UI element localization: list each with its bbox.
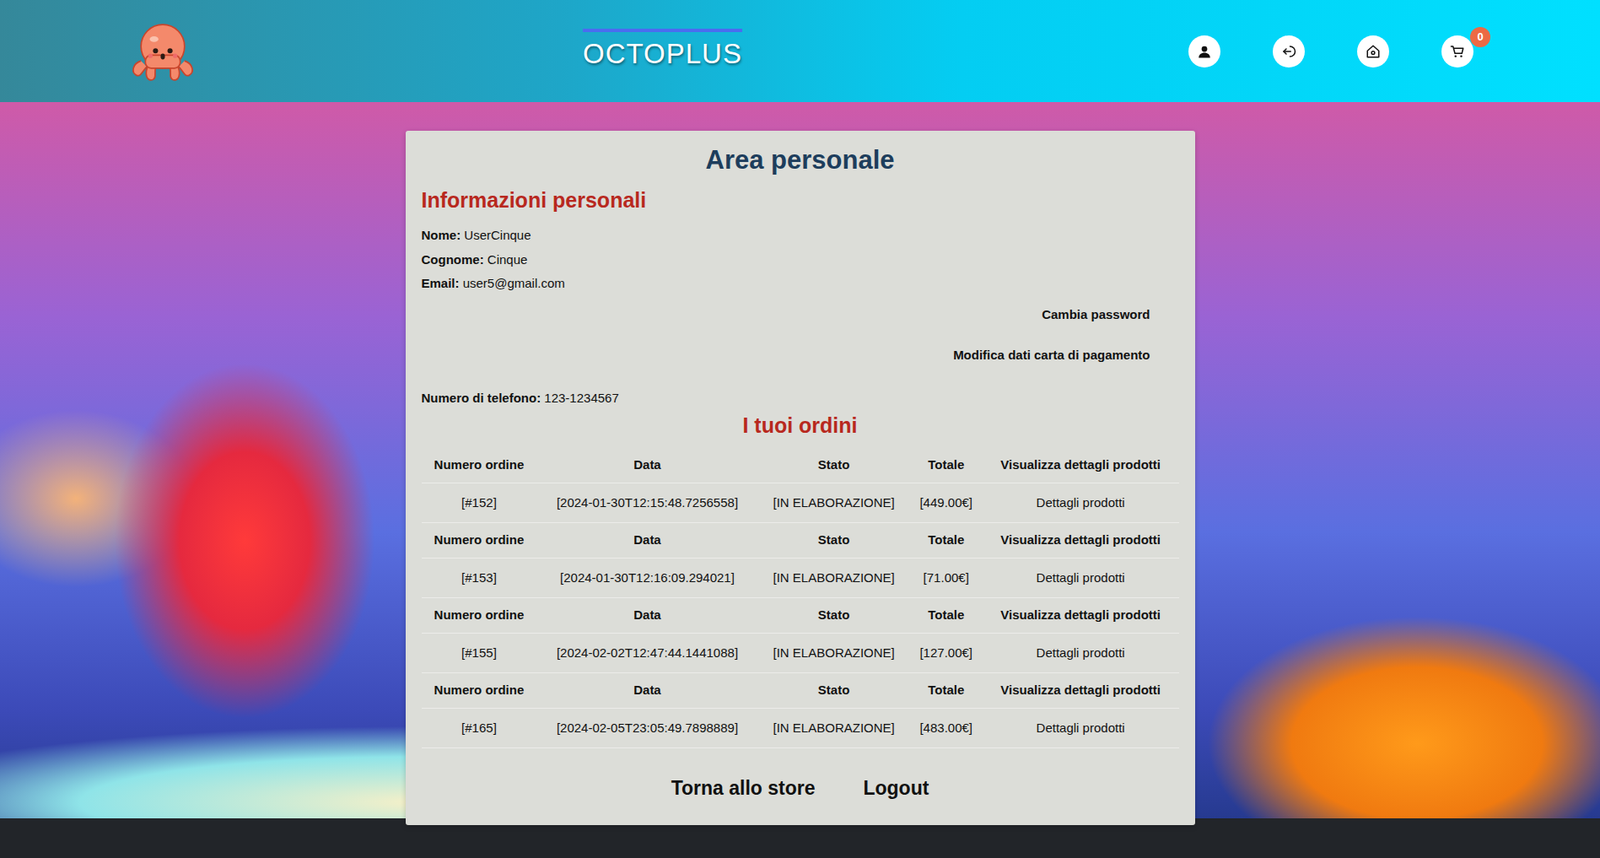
order-cell: [71.00€] — [910, 557, 983, 598]
info-value: Cinque — [487, 252, 528, 267]
order-cell: [2024-01-30T12:15:48.7256558] — [536, 482, 758, 523]
column-header: Data — [536, 522, 758, 559]
column-header: Stato — [758, 673, 911, 709]
order-cell: [2024-01-30T12:16:09.294021] — [536, 557, 758, 598]
column-header: Numero ordine — [421, 597, 538, 634]
order-cell: [IN ELABORAZIONE] — [758, 482, 911, 523]
product-details-link[interactable]: Dettagli prodotti — [982, 707, 1180, 749]
orders-table: Numero ordineDataStatoTotaleVisualizza d… — [421, 447, 1180, 749]
logout-button[interactable] — [1272, 35, 1305, 68]
info-value: UserCinque — [463, 227, 531, 243]
order-cell: [#152] — [421, 482, 538, 523]
logout-icon — [1281, 43, 1297, 60]
orders-header-row: Numero ordineDataStatoTotaleVisualizza d… — [421, 673, 1180, 709]
column-header: Stato — [758, 447, 911, 483]
panel-actions: Torna allo store Logout — [421, 773, 1180, 803]
order-cell: [#153] — [421, 557, 538, 598]
column-header: Visualizza dettagli prodotti — [982, 522, 1180, 559]
order-cell: [483.00€] — [910, 707, 983, 749]
column-header: Stato — [758, 522, 911, 559]
brand-title: OCTOPLUS — [582, 28, 743, 71]
octopus-logo-icon — [126, 15, 200, 88]
account-link-row: Cambia password — [421, 305, 1180, 325]
column-header: Stato — [758, 597, 911, 634]
cart-icon — [1449, 43, 1466, 60]
order-row: [#165][2024-02-05T23:05:49.7898889][IN E… — [421, 707, 1180, 749]
product-details-link[interactable]: Dettagli prodotti — [982, 557, 1180, 598]
column-header: Totale — [910, 522, 983, 559]
column-header: Totale — [910, 673, 983, 709]
column-header: Totale — [910, 597, 983, 634]
user-icon — [1196, 43, 1213, 60]
column-header: Numero ordine — [421, 673, 538, 709]
user-button[interactable] — [1188, 35, 1221, 68]
page-title: Area personale — [421, 144, 1180, 176]
order-cell: [#165] — [421, 707, 538, 749]
orders-header-row: Numero ordineDataStatoTotaleVisualizza d… — [421, 447, 1180, 483]
column-header: Numero ordine — [421, 447, 538, 483]
change-password-link[interactable]: Cambia password — [1041, 307, 1150, 322]
phone-label: Numero di telefono: — [421, 390, 542, 405]
column-header: Visualizza dettagli prodotti — [982, 447, 1180, 483]
column-header: Data — [536, 673, 758, 709]
order-cell: [IN ELABORAZIONE] — [758, 707, 911, 749]
home-icon — [1365, 43, 1381, 60]
info-label: Email: — [421, 275, 460, 291]
order-row: [#155][2024-02-02T12:47:44.1441088][IN E… — [421, 632, 1180, 674]
info-label: Cognome: — [421, 252, 485, 267]
info-line: Nome: UserCinque — [421, 226, 1180, 246]
column-header: Data — [536, 597, 758, 634]
logout-link[interactable]: Logout — [862, 773, 929, 803]
order-row: [#153][2024-01-30T12:16:09.294021][IN EL… — [421, 557, 1180, 598]
background-stage: Area personale Informazioni personali Nome… — [0, 102, 1600, 819]
info-value: user5@gmail.com — [463, 275, 566, 291]
phone-line: Numero di telefono: 123-1234567 — [421, 388, 1180, 409]
product-details-link[interactable]: Dettagli prodotti — [982, 482, 1180, 523]
edit-card-link[interactable]: Modifica dati carta di pagamento — [953, 347, 1150, 362]
top-bar: OCTOPLUS 0 — [0, 0, 1600, 103]
info-line: Cognome: Cinque — [421, 250, 1180, 270]
order-cell: [IN ELABORAZIONE] — [758, 557, 911, 598]
column-header: Data — [536, 447, 758, 483]
info-label: Nome: — [421, 227, 462, 243]
home-button[interactable] — [1357, 35, 1390, 68]
personal-area-panel: Area personale Informazioni personali Nome… — [405, 130, 1196, 825]
order-cell: [2024-02-05T23:05:49.7898889] — [536, 707, 758, 749]
cart-count-badge: 0 — [1470, 26, 1491, 48]
column-header: Visualizza dettagli prodotti — [982, 597, 1180, 634]
column-header: Numero ordine — [421, 522, 538, 559]
orders-title: I tuoi ordini — [421, 412, 1180, 438]
column-header: Totale — [910, 447, 983, 483]
order-cell: [449.00€] — [910, 482, 983, 523]
column-header: Visualizza dettagli prodotti — [982, 673, 1180, 709]
phone-value: 123-1234567 — [544, 390, 619, 405]
header-icons: 0 — [1188, 35, 1474, 68]
account-link-row: Modifica dati carta di pagamento — [421, 345, 1180, 366]
order-row: [#152][2024-01-30T12:15:48.7256558][IN E… — [421, 482, 1180, 523]
order-cell: [2024-02-02T12:47:44.1441088] — [536, 632, 758, 674]
info-line: Email: user5@gmail.com — [421, 274, 1180, 294]
product-details-link[interactable]: Dettagli prodotti — [982, 632, 1180, 674]
order-cell: [127.00€] — [910, 632, 983, 674]
orders-header-row: Numero ordineDataStatoTotaleVisualizza d… — [421, 597, 1180, 634]
cart-button[interactable]: 0 — [1441, 35, 1474, 68]
orders-header-row: Numero ordineDataStatoTotaleVisualizza d… — [421, 522, 1180, 559]
back-to-store-link[interactable]: Torna allo store — [671, 773, 816, 803]
personal-info-title: Informazioni personali — [421, 187, 1180, 213]
order-cell: [IN ELABORAZIONE] — [758, 632, 911, 674]
order-cell: [#155] — [421, 632, 538, 674]
